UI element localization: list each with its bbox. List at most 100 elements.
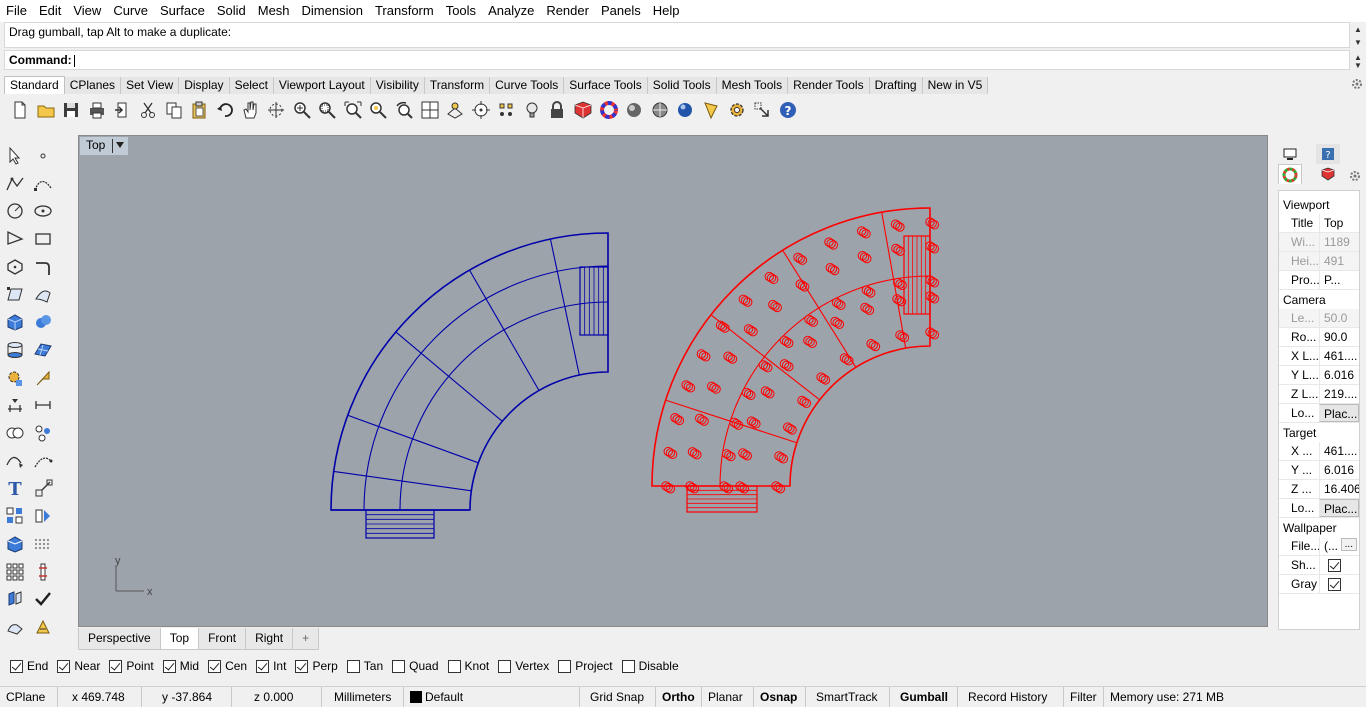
command-scroll-down-icon[interactable]: ▼ bbox=[1352, 60, 1364, 71]
zoom-selected-icon[interactable] bbox=[366, 98, 390, 122]
dimension-icon[interactable] bbox=[3, 393, 27, 417]
viewport-scene[interactable]: yx bbox=[79, 136, 1268, 627]
history-scroll-up-icon[interactable]: ▲ bbox=[1352, 24, 1364, 35]
linear-dim-icon[interactable] bbox=[31, 393, 55, 417]
menu-transform[interactable]: Transform bbox=[369, 0, 440, 22]
import-icon[interactable] bbox=[110, 98, 134, 122]
boolean-icon[interactable] bbox=[3, 421, 27, 445]
osnap-point[interactable]: Point bbox=[109, 659, 154, 673]
osnap-vertex[interactable]: Vertex bbox=[498, 659, 549, 673]
property-value[interactable]: 6.016 bbox=[1319, 366, 1359, 384]
tab-transform[interactable]: Transform bbox=[424, 77, 491, 94]
viewport-tab-front[interactable]: Front bbox=[198, 628, 247, 650]
cylinder-icon[interactable] bbox=[3, 338, 27, 362]
copy-icon[interactable] bbox=[162, 98, 186, 122]
property-value[interactable] bbox=[1319, 556, 1359, 574]
property-value[interactable]: 90.0 bbox=[1319, 328, 1359, 346]
history-scroll-down-icon[interactable]: ▼ bbox=[1352, 37, 1364, 48]
property-row[interactable]: Gray bbox=[1279, 575, 1359, 594]
sphere-check-icon[interactable] bbox=[648, 98, 672, 122]
menu-view[interactable]: View bbox=[67, 0, 107, 22]
osnap-quad[interactable]: Quad bbox=[392, 659, 439, 673]
osnap-disable-checkbox[interactable] bbox=[621, 659, 635, 673]
property-row[interactable]: Lo... Plac... bbox=[1279, 499, 1359, 518]
property-row[interactable]: Z ... 16.406 bbox=[1279, 480, 1359, 499]
tab-viewport-layout[interactable]: Viewport Layout bbox=[273, 77, 371, 94]
panel-display-icon[interactable] bbox=[1278, 144, 1302, 164]
status-units[interactable]: Millimeters bbox=[322, 686, 404, 707]
adjust-curve-icon[interactable] bbox=[31, 449, 55, 473]
tab-render-tools[interactable]: Render Tools bbox=[788, 77, 870, 94]
points-on-icon[interactable] bbox=[31, 532, 55, 556]
osnap-int-checkbox[interactable] bbox=[256, 659, 270, 673]
viewport-top[interactable]: Top yx bbox=[78, 135, 1268, 627]
polyline-icon[interactable] bbox=[3, 172, 27, 196]
osnap-button[interactable]: Osnap bbox=[754, 686, 806, 707]
circle-icon[interactable] bbox=[3, 199, 27, 223]
curve-from-object-icon[interactable] bbox=[31, 476, 55, 500]
point-icon[interactable] bbox=[31, 144, 55, 168]
undo-icon[interactable] bbox=[213, 98, 237, 122]
place-button[interactable]: Plac... bbox=[1319, 499, 1359, 517]
menu-mesh[interactable]: Mesh bbox=[252, 0, 296, 22]
property-row[interactable]: Y ... 6.016 bbox=[1279, 461, 1359, 480]
polygon-icon[interactable] bbox=[3, 255, 27, 279]
wallpaper-gray-checkbox[interactable] bbox=[1328, 578, 1341, 591]
menu-surface[interactable]: Surface bbox=[154, 0, 211, 22]
property-row[interactable]: Pro... P... bbox=[1279, 271, 1359, 290]
undo-view-icon[interactable] bbox=[392, 98, 416, 122]
filter-button[interactable]: Filter bbox=[1064, 686, 1104, 707]
status-cplane[interactable]: CPlane bbox=[0, 686, 58, 707]
add-viewport-tab-plus-icon[interactable]: + bbox=[292, 628, 320, 650]
osnap-cen[interactable]: Cen bbox=[208, 659, 247, 673]
tab-mesh-tools[interactable]: Mesh Tools bbox=[716, 77, 789, 94]
property-row[interactable]: Lo... Plac... bbox=[1279, 404, 1359, 423]
render-arrow-icon[interactable] bbox=[31, 366, 55, 390]
gear-light-icon[interactable] bbox=[3, 366, 27, 390]
property-value[interactable]: 491 bbox=[1319, 252, 1359, 270]
menu-curve[interactable]: Curve bbox=[107, 0, 154, 22]
tab-display[interactable]: Display bbox=[179, 77, 230, 94]
transform-icon[interactable] bbox=[750, 98, 774, 122]
osnap-vertex-checkbox[interactable] bbox=[498, 659, 512, 673]
wallpaper-browse-button[interactable]: ... bbox=[1340, 538, 1357, 551]
osnap-end[interactable]: End bbox=[10, 659, 48, 673]
check-icon[interactable] bbox=[31, 587, 55, 611]
menu-solid[interactable]: Solid bbox=[211, 0, 252, 22]
property-value[interactable]: 16.406 bbox=[1319, 480, 1359, 498]
light-icon[interactable] bbox=[520, 98, 544, 122]
help-icon[interactable]: ? bbox=[776, 98, 800, 122]
cut-icon[interactable] bbox=[136, 98, 160, 122]
property-row[interactable]: Hei... 491 bbox=[1279, 252, 1359, 271]
sphere-blue-icon[interactable] bbox=[673, 98, 697, 122]
status-layer[interactable]: Default bbox=[404, 686, 580, 707]
array-icon[interactable] bbox=[3, 560, 27, 584]
property-row[interactable]: Y L... 6.016 bbox=[1279, 366, 1359, 385]
ortho-button[interactable]: Ortho bbox=[656, 686, 702, 707]
flag-icon[interactable] bbox=[699, 98, 723, 122]
osnap-mid-checkbox[interactable] bbox=[162, 659, 176, 673]
property-row[interactable]: Title Top bbox=[1279, 214, 1359, 233]
property-row[interactable]: Sh... bbox=[1279, 556, 1359, 575]
property-value[interactable]: 461.... bbox=[1319, 347, 1359, 365]
pan-icon[interactable] bbox=[238, 98, 262, 122]
tab-solid-tools[interactable]: Solid Tools bbox=[647, 77, 717, 94]
property-row[interactable]: Le... 50.0 bbox=[1279, 309, 1359, 328]
solid-union-icon[interactable] bbox=[31, 310, 55, 334]
arc-icon[interactable] bbox=[3, 227, 27, 251]
panel-help-icon[interactable]: ? bbox=[1316, 144, 1340, 164]
new-icon[interactable] bbox=[8, 98, 32, 122]
osnap-knot[interactable]: Knot bbox=[447, 659, 489, 673]
menu-file[interactable]: File bbox=[0, 0, 33, 22]
explode-icon[interactable] bbox=[31, 421, 55, 445]
menu-edit[interactable]: Edit bbox=[33, 0, 67, 22]
curve-icon[interactable] bbox=[31, 172, 55, 196]
osnap-near-checkbox[interactable] bbox=[57, 659, 71, 673]
tab-standard[interactable]: Standard bbox=[4, 76, 65, 94]
menu-panels[interactable]: Panels bbox=[595, 0, 647, 22]
property-row[interactable]: X ... 461.... bbox=[1279, 442, 1359, 461]
analyze-icon[interactable] bbox=[3, 615, 27, 639]
property-value[interactable]: 219.... bbox=[1319, 385, 1359, 403]
mirror-icon[interactable] bbox=[31, 504, 55, 528]
osnap-disable[interactable]: Disable bbox=[621, 659, 679, 673]
